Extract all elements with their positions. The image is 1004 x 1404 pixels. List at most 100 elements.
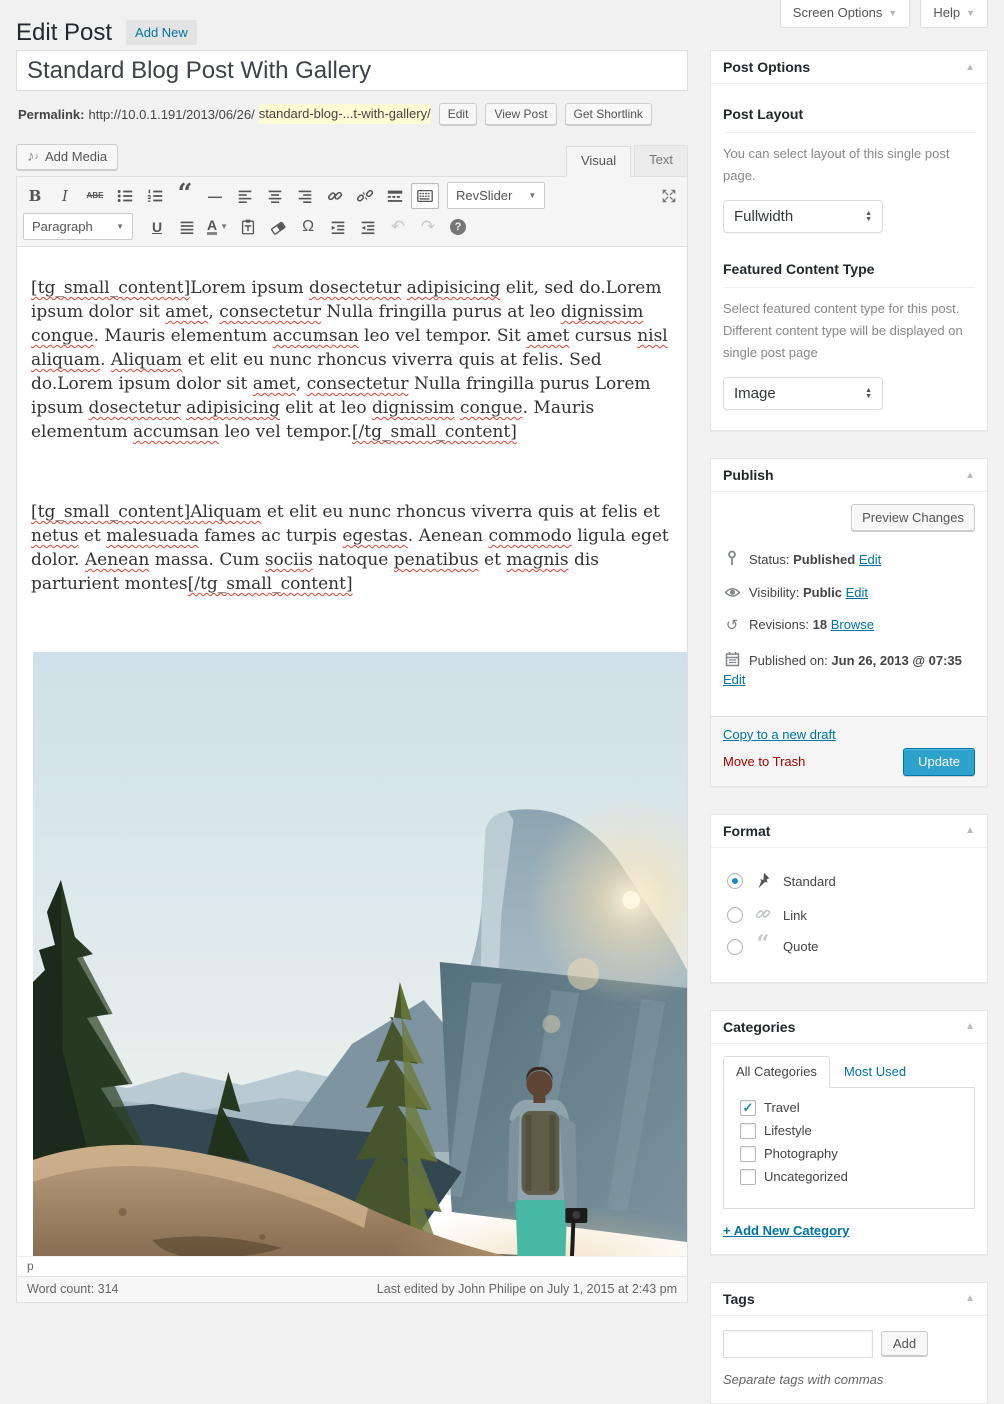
misspelled-word[interactable]: [/tg_small_content] xyxy=(188,574,353,594)
insert-link-button[interactable] xyxy=(321,183,349,209)
tab-text[interactable]: Text xyxy=(634,145,688,176)
misspelled-word[interactable]: [tg_small_content] xyxy=(31,502,190,522)
read-more-button[interactable] xyxy=(381,183,409,209)
get-shortlink-button[interactable]: Get Shortlink xyxy=(565,103,652,125)
checkbox-uncategorized[interactable] xyxy=(740,1169,756,1185)
preview-changes-button[interactable]: Preview Changes xyxy=(851,504,975,531)
radio-standard[interactable] xyxy=(727,873,743,889)
misspelled-word[interactable]: magnis xyxy=(506,550,568,570)
misspelled-word[interactable]: dignissim xyxy=(561,302,644,322)
tags-input[interactable] xyxy=(723,1330,873,1358)
format-header[interactable]: Format ▲ xyxy=(711,815,987,847)
editor-element-path[interactable]: p xyxy=(17,1256,687,1276)
numbered-list-button[interactable] xyxy=(141,183,169,209)
misspelled-word[interactable]: Aliquam xyxy=(111,350,182,370)
category-item-travel[interactable]: Travel xyxy=(740,1100,964,1116)
text-run[interactable]: , xyxy=(208,302,219,322)
align-left-button[interactable] xyxy=(231,183,259,209)
editor-paragraph[interactable]: [tg_small_content]Lorem ipsum dosectetur… xyxy=(31,276,677,444)
misspelled-word[interactable]: egestas xyxy=(342,526,407,546)
misspelled-word[interactable]: amet xyxy=(165,302,208,322)
category-item-uncategorized[interactable]: Uncategorized xyxy=(740,1169,964,1185)
clear-formatting-button[interactable] xyxy=(264,214,292,240)
radio-link[interactable] xyxy=(727,907,743,923)
misspelled-word[interactable]: dosectetur xyxy=(309,278,401,298)
text-run[interactable]: et xyxy=(79,526,107,546)
collapse-icon[interactable]: ▲ xyxy=(965,62,975,73)
copy-to-draft-link[interactable]: Copy to a new draft xyxy=(723,727,836,742)
remove-link-button[interactable] xyxy=(351,183,379,209)
keyboard-shortcuts-button[interactable]: ? xyxy=(444,214,472,240)
editor-paragraph[interactable]: [tg_small_content]Aliquam et elit eu nun… xyxy=(31,500,677,596)
published-edit-link[interactable]: Edit xyxy=(723,672,745,687)
collapse-icon[interactable]: ▲ xyxy=(965,1293,975,1304)
text-run[interactable]: elit at leo xyxy=(280,398,372,418)
text-run[interactable]: , xyxy=(296,374,307,394)
tags-header[interactable]: Tags ▲ xyxy=(711,1283,987,1315)
text-run[interactable]: natoque xyxy=(313,550,394,570)
view-post-button[interactable]: View Post xyxy=(485,103,556,125)
post-layout-select[interactable]: Fullwidth ▲▼ xyxy=(723,200,883,233)
format-option-standard[interactable]: Standard xyxy=(727,871,971,892)
revslider-dropdown[interactable]: RevSlider ▼ xyxy=(447,182,545,209)
screen-options-button[interactable]: Screen Options ▼ xyxy=(780,0,911,28)
misspelled-word[interactable]: consectetur xyxy=(219,302,321,322)
misspelled-word[interactable]: commodo xyxy=(488,526,571,546)
move-to-trash-link[interactable]: Move to Trash xyxy=(723,754,805,769)
post-content-image[interactable] xyxy=(33,652,687,1256)
misspelled-word[interactable]: aliquam xyxy=(31,350,100,370)
help-button[interactable]: Help ▼ xyxy=(920,0,988,28)
add-media-button[interactable]: ♪♪ Add Media xyxy=(16,144,118,170)
misspelled-word[interactable]: adipisicing xyxy=(407,278,501,298)
collapse-icon[interactable]: ▲ xyxy=(965,825,975,836)
text-color-button[interactable]: A ▼ xyxy=(203,214,232,240)
checkbox-lifestyle[interactable] xyxy=(740,1123,756,1139)
add-tag-button[interactable]: Add xyxy=(881,1331,928,1356)
horizontal-rule-button[interactable]: — xyxy=(201,183,229,209)
checkbox-travel[interactable] xyxy=(740,1100,756,1116)
misspelled-word[interactable]: malesuada xyxy=(106,526,199,546)
text-run[interactable]: Nulla fringilla purus at leo xyxy=(321,302,561,322)
text-run[interactable]: massa. Cum xyxy=(149,550,265,570)
update-button[interactable]: Update xyxy=(903,748,975,776)
misspelled-word[interactable]: amet xyxy=(526,326,569,346)
paragraph-dropdown[interactable]: Paragraph ▼ xyxy=(23,213,133,240)
decrease-indent-button[interactable] xyxy=(324,214,352,240)
bold-button[interactable]: B xyxy=(21,183,49,209)
undo-button[interactable]: ↶ xyxy=(384,214,412,240)
categories-header[interactable]: Categories ▲ xyxy=(711,1011,987,1043)
text-run[interactable]: cursus xyxy=(569,326,637,346)
misspelled-word[interactable]: congue xyxy=(31,326,94,346)
add-new-category-link[interactable]: + Add New Category xyxy=(723,1223,849,1238)
visibility-edit-link[interactable]: Edit xyxy=(846,585,868,600)
text-run[interactable]: . Mauris elementum xyxy=(94,326,273,346)
category-item-photography[interactable]: Photography xyxy=(740,1146,964,1162)
strikethrough-button[interactable]: ABE xyxy=(81,183,109,209)
misspelled-word[interactable]: Aliquam xyxy=(190,502,261,522)
revisions-browse-link[interactable]: Browse xyxy=(831,617,874,632)
misspelled-word[interactable]: accumsan xyxy=(273,326,359,346)
paste-as-text-button[interactable] xyxy=(234,214,262,240)
misspelled-word[interactable]: accumsan xyxy=(133,422,219,442)
misspelled-word[interactable]: adipisicing xyxy=(186,398,280,418)
status-edit-link[interactable]: Edit xyxy=(859,552,881,567)
post-title-input[interactable] xyxy=(16,50,688,91)
tab-all-categories[interactable]: All Categories xyxy=(723,1056,830,1088)
misspelled-word[interactable]: dosectetur xyxy=(89,398,181,418)
text-run[interactable]: . Aenean xyxy=(408,526,489,546)
distraction-free-button[interactable] xyxy=(655,183,683,209)
checkbox-photography[interactable] xyxy=(740,1146,756,1162)
misspelled-word[interactable]: amet xyxy=(253,374,296,394)
text-run[interactable]: et xyxy=(479,550,507,570)
format-option-quote[interactable]: “Quote xyxy=(727,939,971,955)
add-new-button[interactable]: Add New xyxy=(126,20,197,45)
misspelled-word[interactable]: penatibus xyxy=(394,550,479,570)
publish-header[interactable]: Publish ▲ xyxy=(711,459,987,491)
post-options-header[interactable]: Post Options ▲ xyxy=(711,51,987,83)
text-run[interactable]: fames ac turpis xyxy=(199,526,343,546)
permalink-edit-button[interactable]: Edit xyxy=(439,103,478,125)
align-center-button[interactable] xyxy=(261,183,289,209)
blockquote-button[interactable]: “ xyxy=(171,183,199,209)
redo-button[interactable]: ↷ xyxy=(414,214,442,240)
underline-button[interactable]: U xyxy=(143,214,171,240)
